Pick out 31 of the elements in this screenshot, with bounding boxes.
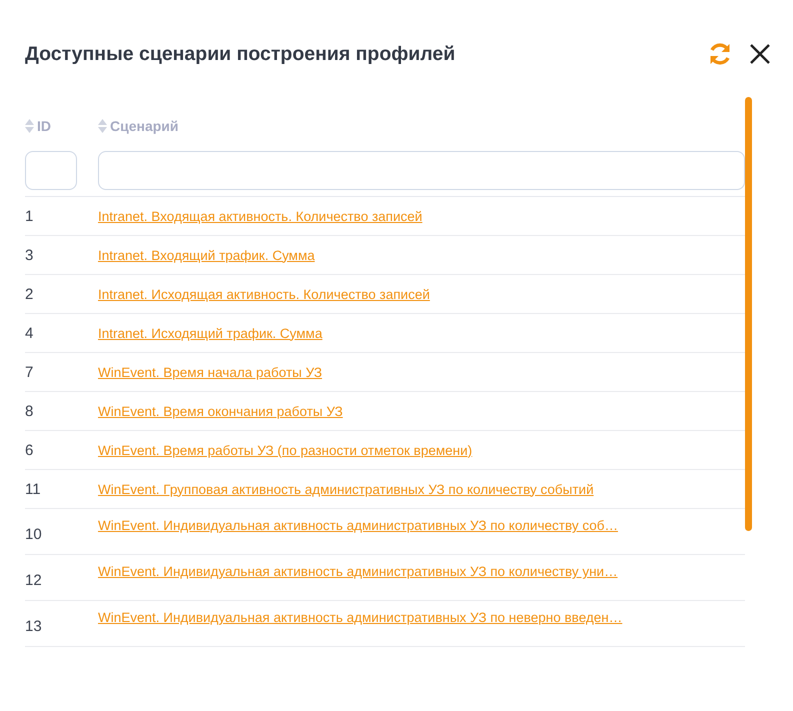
close-icon[interactable] (749, 43, 771, 65)
column-header[interactable]: ID (25, 118, 98, 134)
scenario-link[interactable]: WinEvent. Групповая активность административных УЗ по количеству событий (98, 482, 594, 496)
table-cell-text: 11 (25, 480, 42, 498)
table-cell-text: 13 (25, 618, 43, 635)
scenario-link[interactable]: Intranet. Входящая активность. Количество записей (98, 208, 422, 224)
scenario-link[interactable]: WinEvent. Индивидуальная активность административных УЗ по количеству соб… (98, 518, 618, 533)
scenario-link[interactable]: WinEvent. Индивидуальная активность административных УЗ по неверно введен… (98, 610, 622, 625)
scrollbar-thumb[interactable] (745, 97, 752, 531)
scenario-filter-field[interactable] (98, 150, 745, 190)
table-cell-text: 2 (25, 286, 34, 302)
sort-icon[interactable] (25, 119, 34, 133)
scenario-link[interactable]: Intranet. Входящий трафик. Сумма (98, 248, 315, 262)
scenario-link[interactable]: WinEvent. Индивидуальная активность административных УЗ по количеству уни… (98, 564, 618, 579)
table-cell-text: 4 (25, 324, 34, 342)
table-cell-text: 10 (25, 526, 43, 543)
scenario-link[interactable]: WinEvent. Время начала работы УЗ (98, 364, 322, 380)
dialog-title: Доступные сценарии построения профилей (25, 42, 456, 66)
scenario-link[interactable]: Intranet. Исходящий трафик. Сумма (98, 326, 322, 340)
column-header[interactable]: Сценарий (98, 118, 179, 134)
table-cell-text: 3 (25, 246, 34, 264)
table-cell-text: 6 (25, 442, 34, 458)
table-cell-text: 1 (25, 208, 34, 224)
scenario-link[interactable]: WinEvent. Время окончания работы УЗ (98, 404, 343, 418)
scenario-link[interactable]: WinEvent. Время работы УЗ (по разности отметок времени) (98, 442, 472, 458)
table-cell-text: 12 (25, 572, 43, 589)
table-cell-text: 7 (25, 364, 34, 380)
table-cell-text: 8 (25, 402, 34, 420)
scenario-link[interactable]: Intranet. Исходящая активность. Количество записей (98, 286, 430, 302)
sort-icon[interactable] (98, 119, 107, 133)
id-filter-field[interactable] (25, 150, 77, 190)
